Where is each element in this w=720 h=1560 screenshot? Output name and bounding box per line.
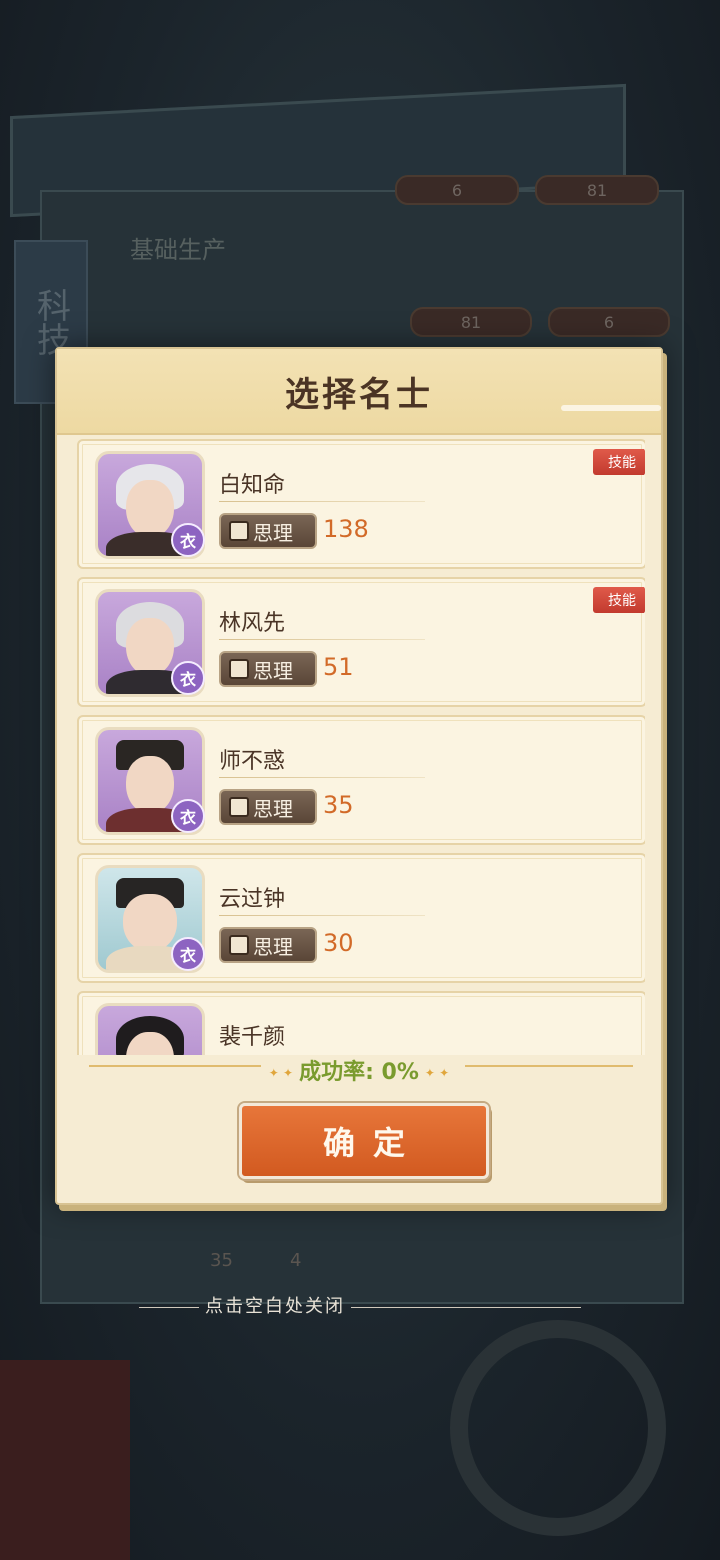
close-hint-text: 点击空白处关闭	[205, 1296, 345, 1317]
bg-resource-pill: 6	[395, 175, 519, 205]
scholar-name: 裴千颜	[219, 1025, 286, 1050]
costume-badge-icon: 衣	[171, 523, 205, 557]
bg-resource-pill: 81	[410, 307, 532, 337]
close-hint[interactable]: 点击空白处关闭	[0, 1292, 720, 1318]
scholar-name: 林风先	[219, 611, 286, 636]
scholar-card[interactable]: 裴千颜	[77, 991, 645, 1055]
scholar-name: 白知命	[219, 473, 286, 498]
success-rate-text: 成功率: 0%	[299, 1060, 419, 1085]
dialog-header: 选择名士	[57, 349, 661, 435]
scroll-icon	[229, 659, 249, 679]
face-shape	[126, 480, 174, 538]
stat-label: 思理	[253, 520, 293, 545]
hint-line-left	[139, 1306, 199, 1308]
scholar-card[interactable]: 衣 林风先 思理 51 技能	[77, 577, 645, 707]
skill-tag[interactable]: 技能	[593, 449, 645, 475]
bg-resource-pill: 81	[535, 175, 659, 205]
stat-label-pill: 思理	[219, 651, 317, 687]
hint-line-right	[351, 1306, 581, 1308]
stat-label: 思理	[253, 934, 293, 959]
costume-badge-icon: 衣	[171, 661, 205, 695]
face-shape	[123, 894, 177, 952]
costume-badge-icon: 衣	[171, 799, 205, 833]
bg-circle-decoration	[450, 1320, 666, 1536]
select-scholar-dialog: 选择名士 衣 白知命 思理 138 技能 衣 林风先 思理 51 技能 衣 师不…	[55, 347, 663, 1205]
name-divider	[219, 915, 425, 916]
name-divider	[219, 639, 425, 640]
face-shape	[126, 618, 174, 676]
confirm-button[interactable]: 确定	[239, 1103, 489, 1179]
scroll-icon	[229, 521, 249, 541]
sparkle-icon: ✦ ✦	[268, 1066, 294, 1080]
stat-value: 30	[323, 929, 354, 957]
bg-stat: 4	[290, 1250, 302, 1271]
name-divider	[219, 501, 425, 502]
scholar-card[interactable]: 衣 云过钟 思理 30	[77, 853, 645, 983]
bg-section-label: 基础生产	[130, 236, 226, 264]
skill-tag[interactable]: 技能	[593, 587, 645, 613]
face-shape	[126, 756, 174, 814]
name-divider	[219, 777, 425, 778]
bg-red-decoration	[0, 1360, 130, 1560]
stat-label: 思理	[253, 796, 293, 821]
stat-value: 51	[323, 653, 354, 681]
sparkle-icon: ✦ ✦	[424, 1066, 450, 1080]
scholar-card[interactable]: 衣 白知命 思理 138 技能	[77, 439, 645, 569]
stat-label-pill: 思理	[219, 789, 317, 825]
scholar-name: 师不惑	[219, 749, 286, 774]
scholar-name: 云过钟	[219, 887, 286, 912]
bg-stat: 35	[210, 1250, 233, 1271]
bg-resource-pill: 6	[548, 307, 670, 337]
scroll-icon	[229, 935, 249, 955]
scholar-portrait	[95, 1003, 205, 1055]
scroll-icon	[229, 797, 249, 817]
stat-value: 35	[323, 791, 354, 819]
stat-value: 138	[323, 515, 369, 543]
dialog-title: 选择名士	[285, 375, 433, 415]
scholar-card[interactable]: 衣 师不惑 思理 35	[77, 715, 645, 845]
stat-label-pill: 思理	[219, 513, 317, 549]
scholar-list[interactable]: 衣 白知命 思理 138 技能 衣 林风先 思理 51 技能 衣 师不惑 思理 …	[77, 439, 645, 1055]
stat-label: 思理	[253, 658, 293, 683]
stat-label-pill: 思理	[219, 927, 317, 963]
success-rate: ✦ ✦ 成功率: 0% ✦ ✦	[57, 1054, 661, 1086]
costume-badge-icon: 衣	[171, 937, 205, 971]
